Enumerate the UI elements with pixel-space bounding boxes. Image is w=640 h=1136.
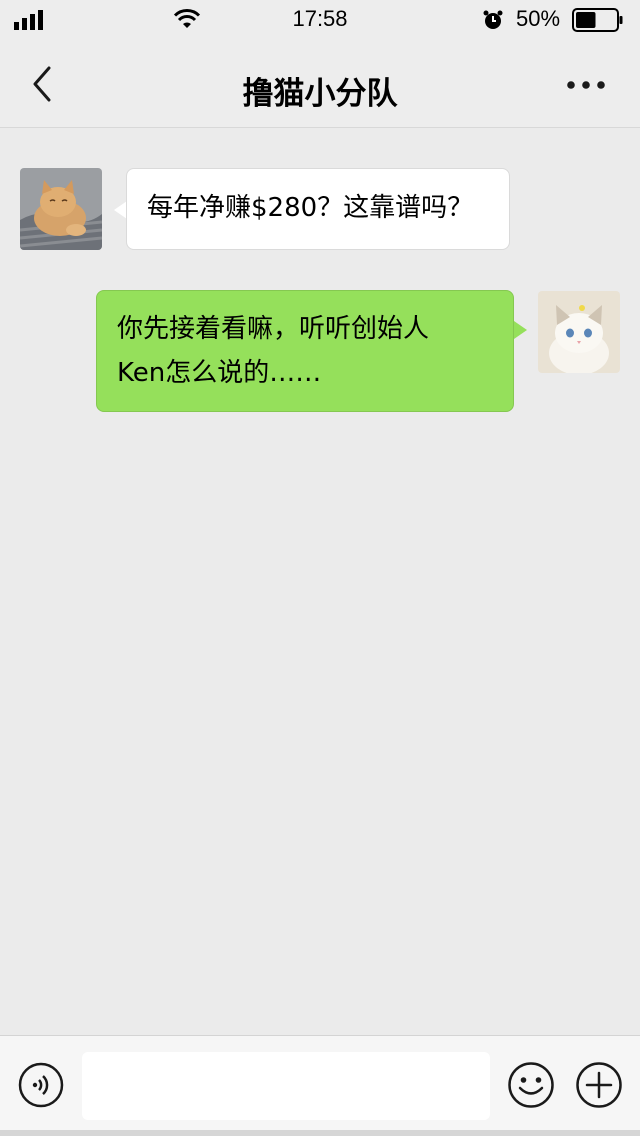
battery-icon	[572, 8, 623, 32]
outgoing-message-line2: Ken怎么说的……	[117, 358, 322, 388]
message-input[interactable]	[82, 1052, 490, 1120]
chat-screen: 17:58 50% 撸猫小分队 每年净赚$280？这靠谱吗？ 你先接着看嘛，听听…	[0, 0, 640, 1136]
status-bar: 17:58 50%	[0, 0, 640, 40]
alarm-icon	[483, 10, 503, 29]
outgoing-message-bubble[interactable]: 你先接着看嘛，听听创始人 Ken怎么说的……	[96, 290, 514, 412]
more-button[interactable]	[556, 70, 616, 100]
chat-area[interactable]: 每年净赚$280？这靠谱吗？ 你先接着看嘛，听听创始人 Ken怎么说的……	[0, 129, 640, 1035]
voice-icon[interactable]	[18, 1062, 64, 1108]
more-dots-icon	[567, 81, 605, 89]
incoming-message-bubble[interactable]: 每年净赚$280？这靠谱吗？	[126, 168, 510, 250]
outgoing-bubble-tail	[514, 321, 527, 339]
emoji-icon[interactable]	[507, 1061, 555, 1109]
white-cat-avatar[interactable]	[538, 291, 620, 373]
battery-percent: 50%	[516, 6, 561, 31]
incoming-message-text: 每年净赚$280？这靠谱吗？	[147, 193, 474, 223]
bottom-edge	[0, 1130, 640, 1136]
nav-bar: 撸猫小分队	[0, 40, 640, 128]
outgoing-message-line1: 你先接着看嘛，听听创始人	[117, 314, 430, 344]
input-bar	[0, 1035, 640, 1136]
chat-title: 撸猫小分队	[242, 76, 398, 112]
orange-cat-avatar[interactable]	[20, 168, 102, 250]
plus-icon[interactable]	[575, 1061, 623, 1109]
